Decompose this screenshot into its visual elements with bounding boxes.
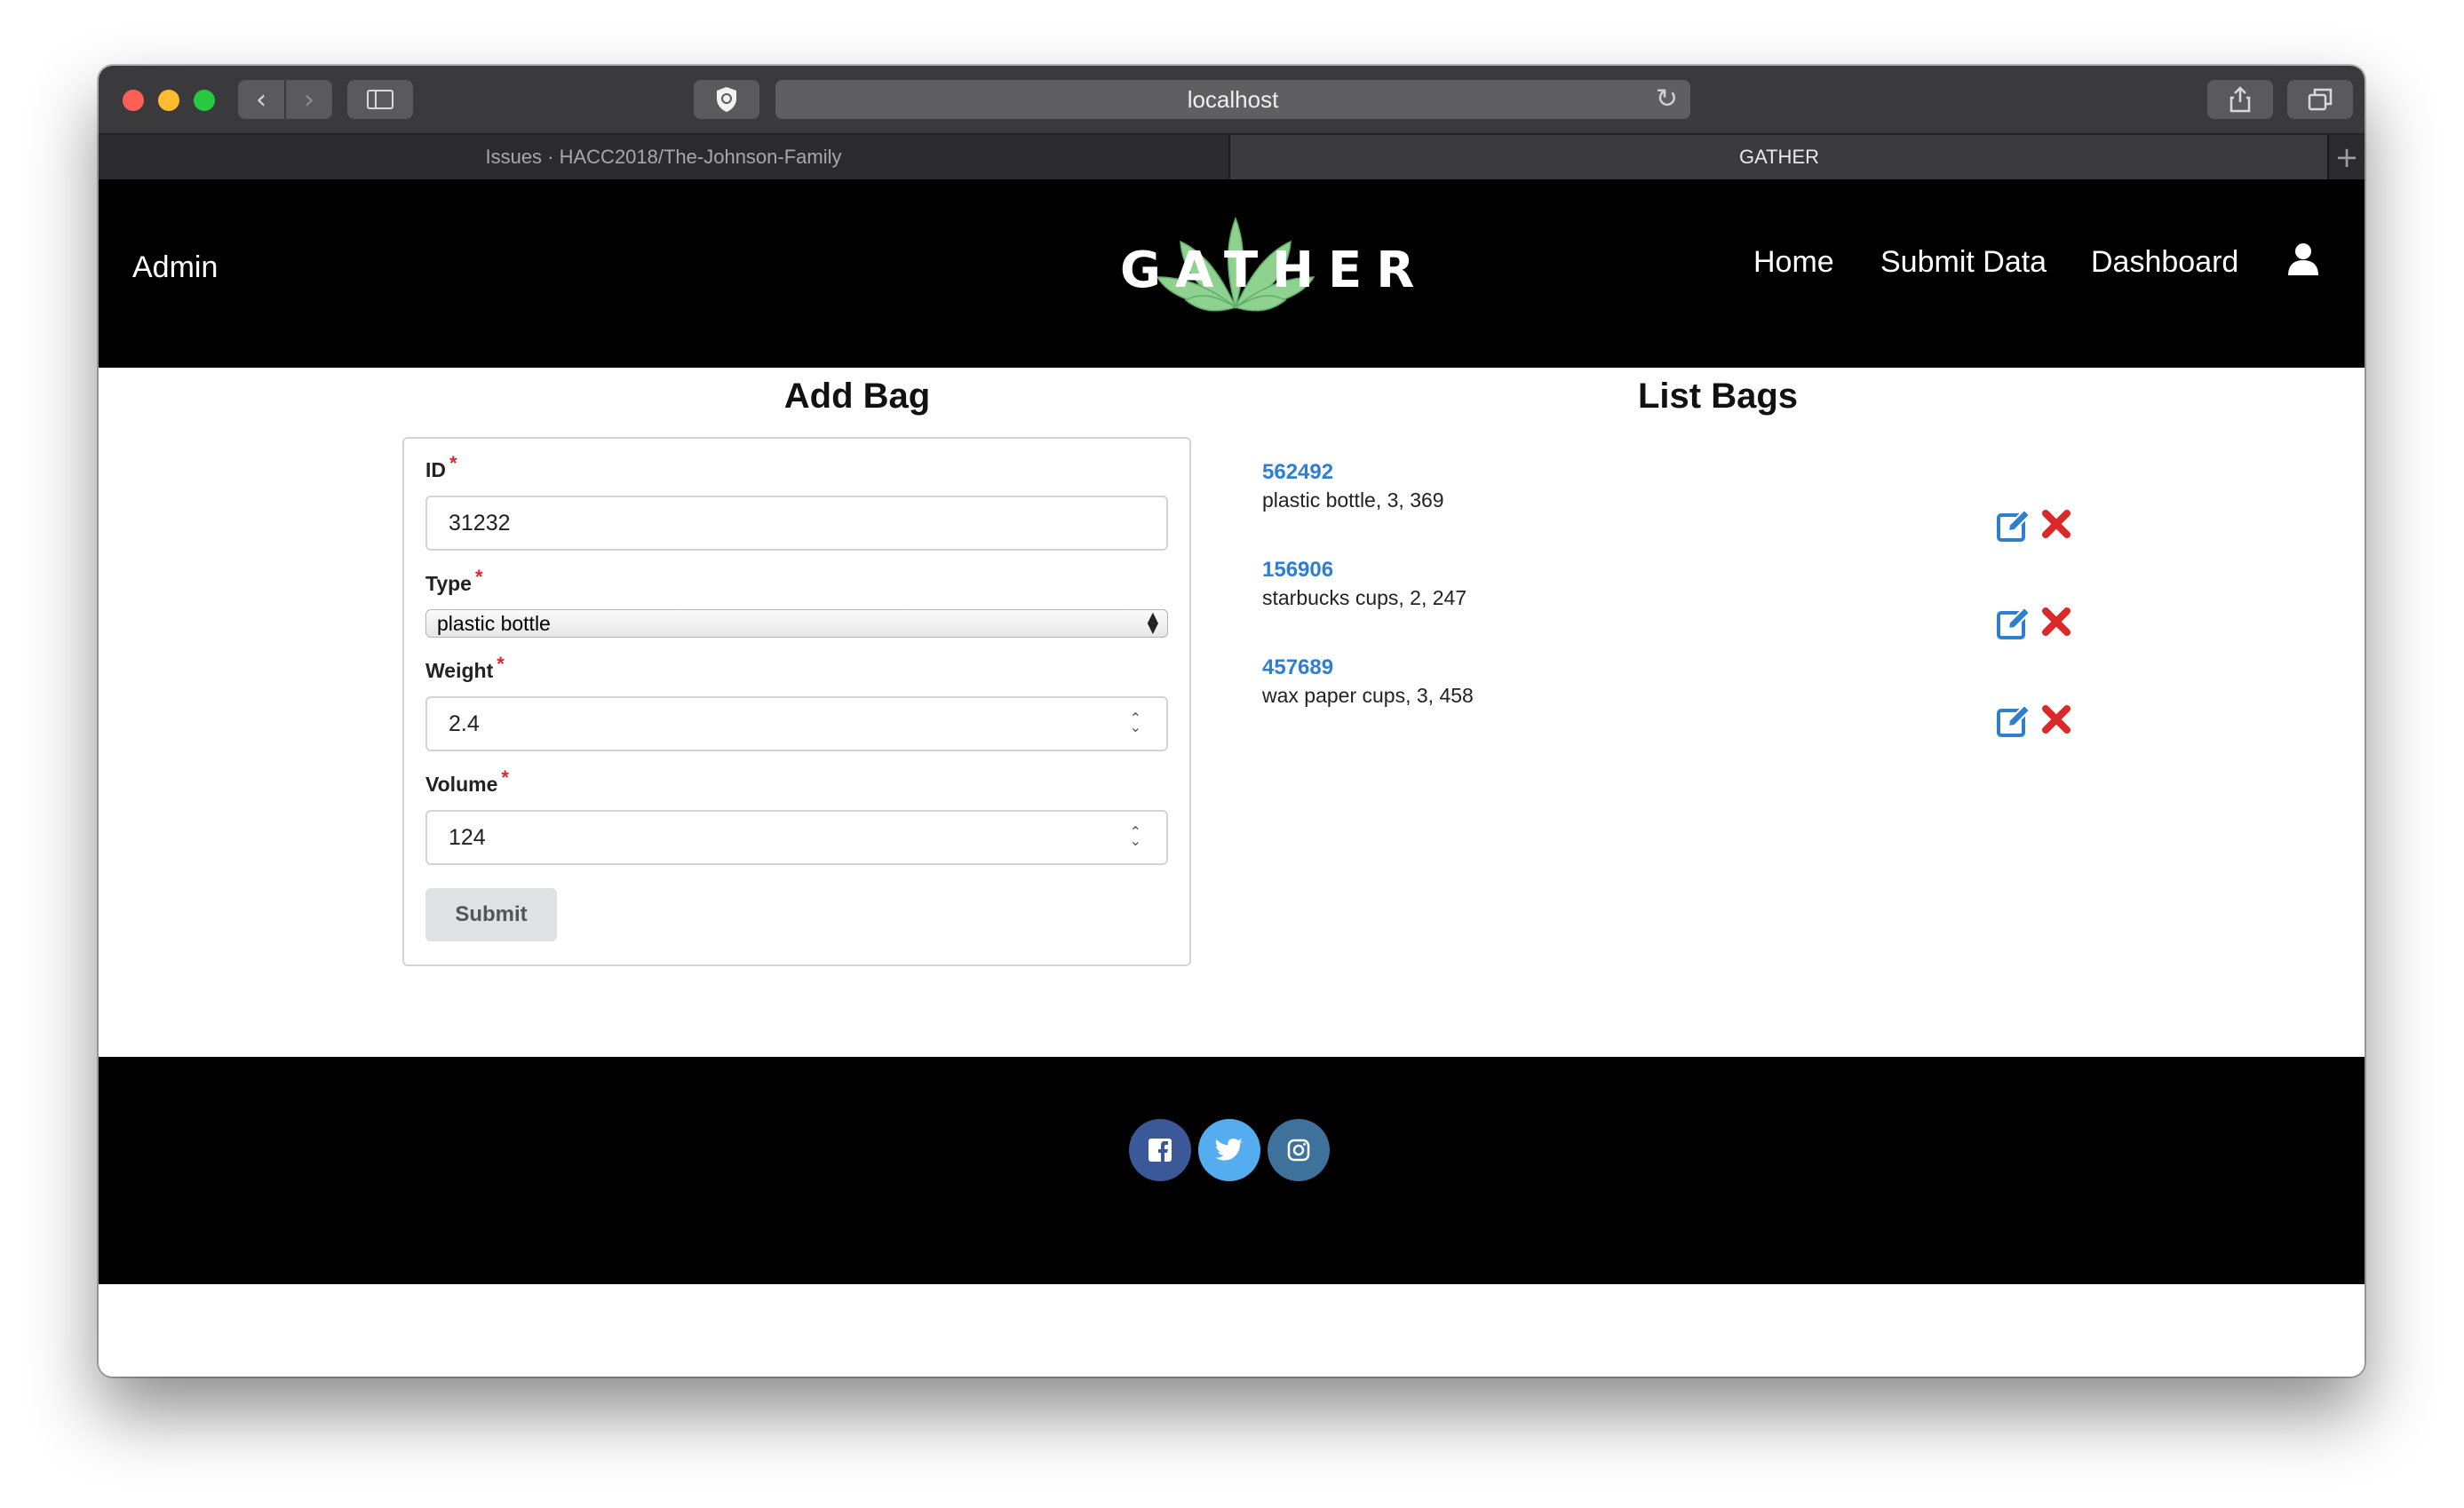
new-tab-button[interactable]: +: [2327, 135, 2365, 179]
bag-actions: [1996, 703, 2085, 739]
type-select-value: plastic bottle: [437, 611, 551, 635]
web-page: Admin GATHER Home Submit Data Dashboard …: [99, 179, 2365, 1377]
chevron-left-icon: ‹: [256, 83, 266, 115]
user-icon[interactable]: [2285, 242, 2321, 277]
stepper-icon[interactable]: ⌃ ⌄: [1130, 711, 1141, 734]
add-bag-form: ID * 31232 Type * plastic bottle ▲ ▼ Weight…: [402, 437, 1191, 966]
url-text: localhost: [1187, 85, 1279, 113]
nav-dashboard[interactable]: Dashboard: [2091, 245, 2238, 280]
nav-submit-data[interactable]: Submit Data: [1880, 245, 2047, 280]
close-icon[interactable]: [2040, 508, 2072, 540]
type-label-text: Type: [425, 572, 472, 595]
type-label: Type *: [425, 566, 483, 596]
maximize-window-button[interactable]: [194, 90, 215, 111]
tab-bar: Issues · HACC2018/The-Johnson-Family GAT…: [99, 135, 2365, 179]
instagram-icon: [1287, 1139, 1310, 1162]
select-arrows-icon: ▲ ▼: [1147, 608, 1158, 636]
weight-label: Weight *: [425, 653, 505, 683]
sidebar-icon: [367, 90, 393, 109]
edit-icon[interactable]: [1996, 508, 2031, 544]
id-label: ID *: [425, 452, 457, 482]
chevron-right-icon: ›: [304, 83, 314, 115]
bag-id-link[interactable]: 457689: [1262, 655, 1474, 680]
bag-id-link[interactable]: 562492: [1262, 460, 1444, 485]
site-footer: [99, 1057, 2365, 1284]
show-tabs-button[interactable]: [2287, 80, 2353, 119]
bag-actions: [1996, 606, 2085, 641]
bag-description: starbucks cups, 2, 247: [1262, 586, 1467, 609]
title-bar: ‹ › localhost ↻: [99, 66, 2365, 135]
volume-label: Volume *: [425, 766, 509, 797]
close-icon[interactable]: [2040, 606, 2072, 638]
sidebar-toggle-button[interactable]: [347, 80, 413, 119]
edit-icon[interactable]: [1996, 703, 2031, 739]
edit-icon[interactable]: [1996, 606, 2031, 641]
add-bag-title: Add Bag: [783, 377, 931, 416]
volume-field[interactable]: 124 ⌃ ⌄: [425, 810, 1168, 865]
share-icon: [2230, 86, 2251, 113]
nav-home[interactable]: Home: [1753, 245, 1834, 280]
tab-label: Issues · HACC2018/The-Johnson-Family: [485, 146, 842, 168]
instagram-button[interactable]: [1268, 1119, 1330, 1181]
list-bags-title: List Bags: [1637, 377, 1799, 416]
stepper-icon[interactable]: ⌃ ⌄: [1130, 825, 1141, 848]
tabs-icon: [2308, 88, 2333, 111]
required-marker: *: [474, 566, 483, 588]
close-window-button[interactable]: [123, 90, 144, 111]
required-marker: *: [449, 452, 457, 474]
id-field[interactable]: 31232: [425, 496, 1168, 551]
gather-logo[interactable]: GATHER: [1120, 215, 1429, 321]
address-bar[interactable]: localhost ↻: [775, 80, 1690, 119]
weight-field[interactable]: 2.4 ⌃ ⌄: [425, 696, 1168, 751]
weight-label-text: Weight: [425, 659, 494, 682]
facebook-button[interactable]: [1129, 1119, 1191, 1181]
admin-link[interactable]: Admin: [132, 250, 218, 285]
minimize-window-button[interactable]: [158, 90, 179, 111]
facebook-icon: [1149, 1139, 1172, 1162]
type-select[interactable]: plastic bottle ▲ ▼: [425, 609, 1168, 638]
volume-label-text: Volume: [425, 773, 498, 796]
tab-gather[interactable]: GATHER: [1230, 135, 2328, 179]
submit-button[interactable]: Submit: [425, 888, 557, 941]
privacy-extension-button[interactable]: [694, 80, 759, 119]
tab-issues[interactable]: Issues · HACC2018/The-Johnson-Family: [99, 135, 1230, 179]
browser-window: ‹ › localhost ↻ Issues · HACC2018/The-Jo…: [99, 66, 2365, 1377]
share-button[interactable]: [2207, 80, 2273, 119]
weight-field-value: 2.4: [449, 710, 480, 736]
twitter-icon: [1215, 1139, 1243, 1161]
volume-field-value: 124: [449, 824, 486, 850]
list-item: 562492 plastic bottle, 3, 369: [1262, 460, 1444, 512]
back-button[interactable]: ‹: [238, 80, 284, 119]
site-header: Admin GATHER Home Submit Data Dashboard: [99, 179, 2365, 368]
twitter-button[interactable]: [1198, 1119, 1260, 1181]
list-item: 457689 wax paper cups, 3, 458: [1262, 655, 1474, 708]
required-marker: *: [501, 766, 509, 789]
bag-actions: [1996, 508, 2085, 544]
bag-description: wax paper cups, 3, 458: [1262, 684, 1474, 707]
close-icon[interactable]: [2040, 703, 2072, 735]
bag-id-link[interactable]: 156906: [1262, 558, 1466, 583]
id-label-text: ID: [425, 458, 446, 481]
reload-icon[interactable]: ↻: [1656, 83, 1678, 115]
shield-icon: [717, 87, 736, 112]
forward-button[interactable]: ›: [286, 80, 332, 119]
tab-label: GATHER: [1738, 146, 1820, 168]
list-item: 156906 starbucks cups, 2, 247: [1262, 558, 1466, 610]
id-field-value: 31232: [449, 510, 511, 536]
bag-description: plastic bottle, 3, 369: [1262, 488, 1444, 512]
required-marker: *: [497, 653, 505, 675]
logo-text: GATHER: [1120, 242, 1429, 299]
